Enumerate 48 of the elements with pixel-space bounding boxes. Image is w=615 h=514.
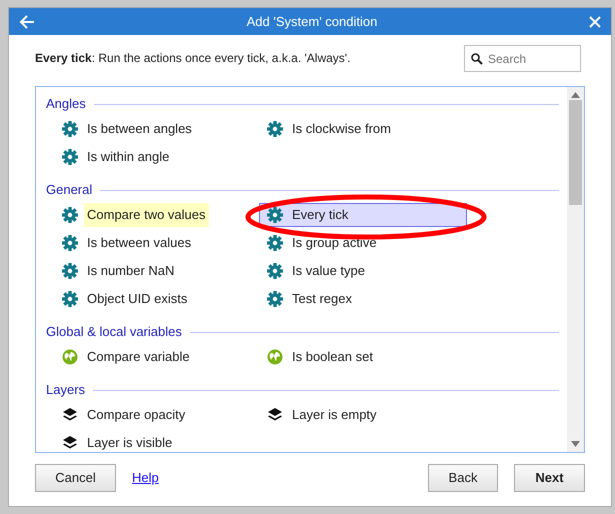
condition-item[interactable]: Every tick xyxy=(259,203,467,227)
back-button[interactable]: Back xyxy=(428,464,498,492)
help-link[interactable]: Help xyxy=(132,468,159,488)
condition-item[interactable]: Layer is empty xyxy=(267,401,380,429)
gear-icon xyxy=(267,121,283,137)
globe-icon xyxy=(267,349,283,365)
layers-icon xyxy=(62,435,78,451)
condition-item[interactable]: Compare opacity xyxy=(62,401,188,429)
condition-item[interactable]: Is within angle xyxy=(62,143,172,171)
search-icon xyxy=(471,52,483,64)
scrollbar-thumb[interactable] xyxy=(569,100,582,205)
gear-icon xyxy=(62,263,78,279)
gear-icon xyxy=(267,235,283,251)
layers-icon xyxy=(62,407,78,423)
section-header: Angles xyxy=(46,95,86,114)
gear-icon xyxy=(267,263,283,279)
search-field[interactable]: Search xyxy=(464,45,581,72)
gear-icon xyxy=(267,291,283,307)
layers-icon xyxy=(267,407,283,423)
condition-item[interactable]: Test regex xyxy=(267,285,355,313)
section-header: Global & local variables xyxy=(46,323,182,342)
condition-item[interactable]: Is boolean set xyxy=(267,343,376,371)
condition-item[interactable]: Is group active xyxy=(267,229,380,257)
condition-description: Every tick: Run the actions once every tick, a.k.a. 'Always'. xyxy=(35,50,350,67)
gear-icon xyxy=(62,121,78,137)
back-arrow-icon[interactable] xyxy=(19,14,35,28)
condition-item[interactable]: Is between angles xyxy=(62,115,195,143)
scroll-up-icon[interactable] xyxy=(571,92,580,98)
gear-icon xyxy=(62,149,78,165)
gear-icon xyxy=(62,235,78,251)
gear-icon xyxy=(62,207,78,223)
gear-icon xyxy=(267,207,283,223)
cancel-button[interactable]: Cancel xyxy=(35,464,116,492)
condition-item[interactable]: Is clockwise from xyxy=(267,115,394,143)
window-title: Add 'System' condition xyxy=(246,12,378,31)
condition-item[interactable]: Is value type xyxy=(267,257,368,285)
condition-item[interactable]: Compare variable xyxy=(62,343,193,371)
condition-item[interactable]: Layer is visible xyxy=(62,429,176,452)
gear-icon xyxy=(62,291,78,307)
condition-item[interactable]: Is between values xyxy=(62,229,194,257)
section-header: General xyxy=(46,181,92,200)
section-header: Layers xyxy=(46,381,86,400)
condition-item[interactable]: Object UID exists xyxy=(62,285,190,313)
next-button[interactable]: Next xyxy=(514,464,585,492)
globe-icon xyxy=(62,349,78,365)
close-icon[interactable] xyxy=(589,16,601,28)
scroll-down-icon[interactable] xyxy=(571,441,580,447)
condition-item[interactable]: Is number NaN xyxy=(62,257,178,285)
